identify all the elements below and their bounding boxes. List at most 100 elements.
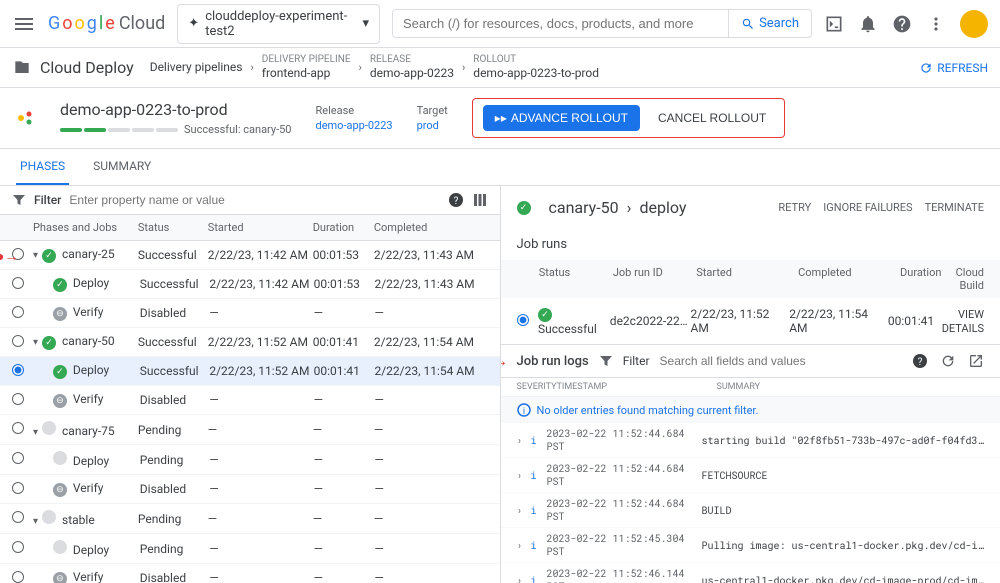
notifications-icon[interactable] [858,14,878,34]
status-icon: ✓ [53,278,67,292]
refresh-icon[interactable] [940,353,956,369]
project-picker[interactable]: ✦clouddeploy-experiment-test2▾ [177,4,380,44]
cloud-shell-icon[interactable] [824,14,844,34]
arrow-icon: ●→ [501,351,509,371]
chevron-right-icon[interactable]: › [517,504,531,517]
svg-text:?: ? [918,357,923,368]
radio-icon[interactable] [12,541,24,553]
help-icon[interactable]: ? [448,192,464,208]
filter-input[interactable] [69,193,439,207]
radio-icon[interactable] [12,277,24,289]
tab-phases[interactable]: PHASES [16,149,69,185]
cancel-rollout-button[interactable]: CANCEL ROLLOUT [650,105,774,131]
logo: Google Cloud [48,13,165,34]
phase-name: Deploy [73,276,109,290]
radio-icon[interactable] [12,452,24,464]
table-row[interactable]: ▾✓canary-50 Successful 2/22/23, 11:52 AM… [0,328,500,357]
table-row[interactable]: ⊖Verify Disabled — — — [0,299,500,328]
chevron-right-icon[interactable]: › [517,539,531,552]
terminate-button[interactable]: TERMINATE [925,201,984,214]
help-icon[interactable] [892,14,912,34]
table-row[interactable]: ⊖Verify Disabled — — — [0,475,500,504]
severity-icon[interactable]: i [531,539,547,552]
table-row[interactable]: ▾stable Pending — — — [0,504,500,534]
breadcrumb-item[interactable]: RELEASEdemo-app-0223 [370,54,454,80]
log-filter-input[interactable] [660,354,902,368]
log-row[interactable]: › i 2023-02-22 11:52:45.304 PST Pulling … [501,528,1000,563]
help-icon[interactable]: ? [912,353,928,369]
status-icon: ⊖ [53,483,67,497]
open-icon[interactable] [968,353,984,369]
status-icon [53,451,67,465]
table-row[interactable]: ▾canary-75 Pending — — — [0,415,500,445]
avatar[interactable] [960,10,988,38]
action-highlight: ▸▸ ADVANCE ROLLOUT CANCEL ROLLOUT [472,98,785,138]
phase-name: Verify [73,392,104,406]
table-row[interactable]: ⊖Verify Disabled — — — [0,386,500,415]
breadcrumb-item[interactable]: Delivery pipelines [150,60,243,74]
status-icon: ⊖ [53,394,67,408]
table-row[interactable]: ⊖Verify Disabled — — — [0,564,500,583]
log-row[interactable]: › i 2023-02-22 11:52:44.684 PST FETCHSOU… [501,458,1000,493]
status-icon [42,510,56,524]
tab-summary[interactable]: SUMMARY [89,149,155,185]
log-row[interactable]: › i 2023-02-22 11:52:44.684 PST starting… [501,423,1000,458]
chevron-right-icon[interactable]: › [517,434,531,447]
radio-icon[interactable] [12,511,24,523]
phase-name: Deploy [73,363,109,377]
hamburger-icon[interactable] [12,12,36,36]
breadcrumb-item[interactable]: DELIVERY PIPELINEfrontend-app [262,54,351,80]
radio-icon[interactable] [517,314,529,326]
progress-bar [60,128,178,132]
more-icon[interactable] [926,14,946,34]
logs-title: Job run logs [517,354,589,369]
job-run-row[interactable]: ✓Successful de2c2022-22… 2/22/23, 11:52 … [501,298,1000,344]
status-icon: ⊖ [53,572,67,583]
radio-icon[interactable] [12,306,24,318]
search-button[interactable]: Search [728,10,811,37]
phase-name: canary-50 [62,334,115,348]
chevron-right-icon[interactable]: › [517,469,531,482]
advance-rollout-button[interactable]: ▸▸ ADVANCE ROLLOUT [483,105,640,131]
svg-text:i: i [522,407,524,417]
phase-name: Verify [73,481,104,495]
refresh-button[interactable]: REFRESH [919,61,988,75]
radio-icon[interactable] [12,335,24,347]
table-row[interactable]: Deploy Pending — — — [0,534,500,564]
retry-button[interactable]: RETRY [778,201,811,214]
phase-name: Verify [73,570,104,583]
columns-icon[interactable] [472,192,488,208]
breadcrumb: Delivery pipelines › DELIVERY PIPELINEfr… [150,54,599,80]
radio-icon[interactable] [12,482,24,494]
severity-icon[interactable]: i [531,504,547,517]
severity-icon[interactable]: i [531,574,547,583]
ignore-failures-button[interactable]: IGNORE FAILURES [823,201,912,214]
search-input[interactable] [393,10,728,37]
radio-icon[interactable] [12,422,24,434]
table-row[interactable]: Deploy Pending — — — [0,445,500,475]
severity-icon[interactable]: i [531,469,547,482]
rollout-title: demo-app-0223-to-prod [60,100,292,119]
search-box: Search [392,9,812,38]
status-icon: ✓ [42,336,56,350]
filter-icon [599,354,613,368]
view-details-link[interactable]: VIEW DETAILS [942,308,984,335]
table-row[interactable]: ✓Deploy Successful 2/22/23, 11:52 AM 00:… [0,357,500,386]
status-icon: ⊖ [53,307,67,321]
release-link[interactable]: demo-app-0223 [316,119,393,132]
table-row[interactable]: ✓Deploy Successful 2/22/23, 11:42 AM 00:… [0,270,500,299]
target-link[interactable]: prod [417,119,448,132]
radio-icon[interactable] [12,364,24,376]
severity-icon[interactable]: i [531,434,547,447]
chevron-right-icon[interactable]: › [517,574,531,583]
info-banner: i No older entries found matching curren… [501,397,1000,423]
breadcrumb-item: ROLLOUTdemo-app-0223-to-prod [473,54,599,80]
table-row[interactable]: ●→ ▾✓canary-25 Successful 2/22/23, 11:42… [0,241,500,270]
radio-icon[interactable] [12,393,24,405]
log-row[interactable]: › i 2023-02-22 11:52:46.144 PST us-centr… [501,563,1000,583]
log-row[interactable]: › i 2023-02-22 11:52:44.684 PST BUILD [501,493,1000,528]
job-runs-heading: Job runs [501,229,1000,260]
detail-title: canary-50 › deploy [549,198,687,217]
svg-text:?: ? [453,196,458,207]
filter-icon [12,193,26,207]
